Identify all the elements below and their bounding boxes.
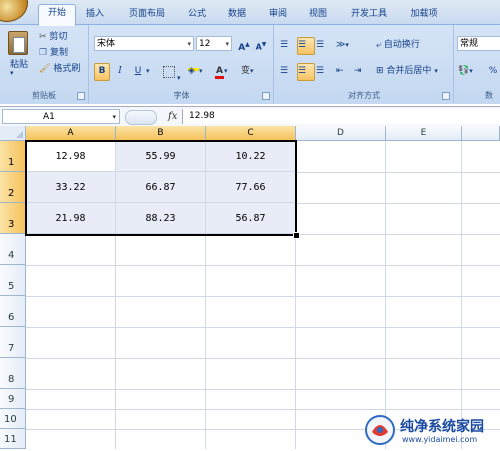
number-format-select[interactable]: 常规	[457, 36, 500, 51]
formula-bar: A1 ▾ fx 12.98	[0, 106, 500, 128]
copy-label: 复制	[49, 48, 68, 58]
font-size-select[interactable]: 12 ▾	[196, 36, 232, 51]
decrease-indent-icon: ⇤	[336, 66, 344, 76]
align-center-icon: ☰	[298, 66, 307, 76]
chevron-down-icon: ▾	[225, 40, 229, 48]
spreadsheet-grid: A B C D E 1 2 3 4 5 6 7 8 9 10 11 12.98 …	[0, 126, 500, 449]
increase-indent-button[interactable]: ⇥	[353, 63, 371, 81]
merge-center-label: 合并后居中	[386, 66, 432, 76]
merge-cells-icon: ⊞	[376, 66, 384, 76]
paste-icon[interactable]	[8, 31, 28, 55]
format-painter-button[interactable]: 🖌 格式刷	[38, 61, 88, 79]
gridlines	[26, 141, 500, 449]
align-top-button[interactable]: ☰	[279, 37, 297, 55]
align-right-icon: ☰	[316, 66, 325, 76]
wrap-text-icon: ⤶	[376, 40, 382, 50]
format-painter-label: 格式刷	[53, 64, 81, 74]
alignment-dialog-launcher[interactable]	[442, 92, 450, 100]
font-name-value: 宋体	[97, 39, 116, 49]
office-button[interactable]	[0, 0, 28, 22]
font-group-label: 字体	[173, 91, 190, 100]
underline-button[interactable]: U	[130, 63, 146, 81]
name-box[interactable]: A1 ▾	[2, 109, 120, 124]
tab-addins[interactable]: 加载项	[404, 6, 444, 24]
align-bottom-icon: ☰	[316, 40, 325, 50]
paintbrush-icon: 🖌	[39, 64, 51, 74]
formula-input[interactable]: 12.98	[182, 109, 500, 124]
chevron-down-icon: ▾	[187, 40, 191, 48]
grow-font-button[interactable]: A▲	[236, 36, 252, 54]
decrease-indent-button[interactable]: ⇤	[335, 63, 353, 81]
percent-button[interactable]: %	[485, 63, 500, 81]
text-orientation-icon: ≫	[336, 40, 346, 50]
number-group-label: 数	[485, 91, 493, 100]
clipboard-group-label: 剪贴板	[32, 91, 56, 100]
cut-label: 剪切	[49, 32, 68, 42]
paste-dropdown-icon[interactable]: ▾	[10, 69, 14, 77]
ribbon: 开始 插入 页面布局 公式 数据 审阅 视图 开发工具 加载项 粘贴 ▾ ✂ 剪…	[0, 0, 500, 104]
watermark-url: www.yidaimei.com	[402, 435, 478, 444]
phonetic-button[interactable]: 变▾	[240, 63, 266, 81]
font-size-value: 12	[199, 39, 211, 49]
align-middle-icon: ☰	[298, 40, 307, 50]
alignment-group: ☰ ☰ ☰ ≫▾ ⤶ 自动换行 ☰ ☰ ☰ ⇤ ⇥ ⊞ 合并后居中 ▾ 对齐方式	[275, 25, 454, 103]
font-group: 宋体 ▾ 12 ▾ A▲ A▼ B I U ▾ ▾ ◈ ▾ A▾ 变▾ 字体	[90, 25, 274, 103]
font-dialog-launcher[interactable]	[262, 92, 270, 100]
tab-view[interactable]: 视图	[303, 6, 333, 24]
tab-review[interactable]: 审阅	[263, 6, 293, 24]
italic-button[interactable]: I	[112, 63, 128, 81]
align-left-icon: ☰	[280, 66, 289, 76]
copy-icon: ❐	[39, 48, 48, 58]
align-center-button[interactable]: ☰	[297, 63, 315, 81]
fill-handle[interactable]	[293, 232, 300, 239]
merge-center-button[interactable]: ⊞ 合并后居中 ▾	[375, 63, 449, 81]
font-name-select[interactable]: 宋体 ▾	[94, 36, 194, 51]
align-left-button[interactable]: ☰	[279, 63, 297, 81]
accounting-format-button[interactable]: 💱▾	[457, 63, 481, 81]
clipboard-group: 粘贴 ▾ ✂ 剪切 ❐ 复制 🖌 格式刷 剪贴板	[0, 25, 89, 103]
number-format-value: 常规	[460, 39, 479, 49]
tab-developer[interactable]: 开发工具	[344, 6, 394, 24]
fill-color-button[interactable]: ◈ ▾	[187, 63, 213, 81]
font-color-icon: A	[215, 66, 224, 79]
alignment-group-label: 对齐方式	[348, 91, 380, 100]
align-top-icon: ☰	[280, 40, 289, 50]
ribbon-tab-bar: 开始 插入 页面布局 公式 数据 审阅 视图 开发工具 加载项	[0, 0, 500, 26]
scissors-icon: ✂	[39, 32, 47, 42]
font-color-button[interactable]: A▾	[214, 63, 238, 81]
orientation-button[interactable]: ≫▾	[335, 37, 359, 55]
number-group: 常规 💱▾ % 数	[455, 25, 500, 103]
name-box-value: A1	[43, 112, 55, 122]
watermark: 纯净系统家园 www.yidaimei.com	[360, 410, 500, 449]
wrap-text-button[interactable]: ⤶ 自动换行	[375, 37, 435, 55]
phonetic-label: 变	[241, 66, 251, 76]
tab-formulas[interactable]: 公式	[182, 6, 212, 24]
insert-function-icon[interactable]: fx	[168, 111, 177, 122]
chevron-down-icon[interactable]: ▾	[112, 110, 116, 125]
borders-button[interactable]: ▾	[160, 63, 184, 82]
site-logo-icon	[365, 415, 395, 445]
tab-page-layout[interactable]: 页面布局	[122, 6, 172, 24]
tab-data[interactable]: 数据	[222, 6, 252, 24]
align-right-button[interactable]: ☰	[315, 63, 333, 81]
align-middle-button[interactable]: ☰	[297, 37, 315, 55]
borders-icon	[163, 66, 175, 78]
wrap-text-label: 自动换行	[383, 40, 420, 50]
clipboard-dialog-launcher[interactable]	[77, 92, 85, 100]
tab-home[interactable]: 开始	[38, 4, 76, 26]
watermark-title: 纯净系统家园	[400, 419, 484, 435]
fill-bucket-icon: ◈	[188, 64, 199, 76]
tab-insert[interactable]: 插入	[80, 6, 110, 24]
shrink-font-button[interactable]: A▼	[253, 36, 269, 54]
increase-indent-icon: ⇥	[354, 66, 362, 76]
underline-dropdown-icon[interactable]: ▾	[145, 63, 155, 81]
align-bottom-button[interactable]: ☰	[315, 37, 333, 55]
bold-button[interactable]: B	[94, 63, 110, 81]
currency-icon: 💱	[458, 66, 470, 76]
formula-expand-handle[interactable]	[125, 110, 157, 125]
